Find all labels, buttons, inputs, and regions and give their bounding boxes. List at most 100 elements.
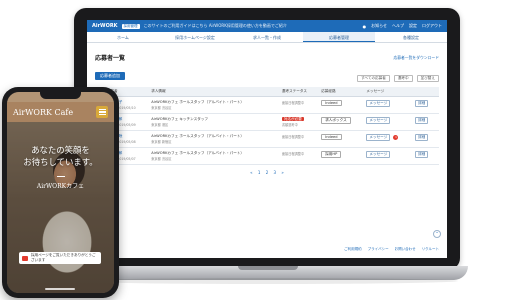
footer-link-company[interactable]: リクルート <box>422 247 439 252</box>
download-link[interactable]: 応募者一覧をダウンロード <box>393 55 439 61</box>
hamburger-menu-icon[interactable] <box>96 106 108 118</box>
route-cell: Indeed <box>319 130 365 148</box>
notice-flag-icon <box>22 255 28 261</box>
status-text: 書類選考中 <box>281 123 298 127</box>
phone-site-name[interactable]: AirWORK Cafe <box>13 108 96 117</box>
detail-button[interactable]: 詳細 <box>415 100 429 107</box>
scroll-top-icon[interactable]: ⌃ <box>433 230 441 238</box>
route-cell: 採用HP <box>319 147 365 165</box>
app-logo[interactable]: AirWORK <box>92 23 118 29</box>
job-cell: AirWORKカフェ キッチンスタッフ 東京都 港区 <box>149 113 280 131</box>
message-button[interactable]: メッセージ <box>366 100 391 107</box>
topbar-link-4[interactable]: ログアウト <box>422 23 442 29</box>
phone-screen: AirWORK Cafe あなたの笑顔を お待ちしています。 AirWORKカフ… <box>7 92 114 293</box>
catch-line-1: あなたの笑顔を <box>31 145 90 155</box>
phone-header: AirWORK Cafe <box>7 102 114 122</box>
table-row[interactable]: ☐ 田中 美咲 応募日 2019/05/08 AirWORKカフェ ホールスタッ… <box>95 130 439 148</box>
job-sub: 東京都 港区 <box>151 123 169 127</box>
route-cell: 求人ボックス <box>319 113 365 131</box>
status-text: 面接日程調整中 <box>281 135 305 139</box>
notice-banner[interactable]: 採用ページをご覧いただきありがとうございます <box>19 252 101 264</box>
status-cell: 面接日程調整中 <box>279 130 320 148</box>
status-tag: 対応が必要 <box>281 117 304 121</box>
route-select[interactable]: Indeed <box>321 134 342 140</box>
laptop-screen: AirWORK 採用管理 このサイトのご利用ガイドはこちら AirWORK採用管… <box>87 20 447 258</box>
topbar-icons: ● お知らせ ヘルプ 設定 ログアウト <box>363 23 442 29</box>
col-route[interactable]: 応募経路 <box>319 87 365 97</box>
col-message[interactable]: メッセージ <box>364 87 414 97</box>
add-applicant-button[interactable]: 応募者追加 <box>95 72 125 80</box>
title-row: 応募者一覧 応募者一覧をダウンロード <box>95 53 439 63</box>
main-nav: ホーム 採用ホームページ設定 求人一覧・作成 応募者管理 各種設定 <box>87 32 447 43</box>
detail-button[interactable]: 詳細 <box>415 134 429 141</box>
detail-button[interactable]: 詳細 <box>415 117 429 124</box>
topbar-message[interactable]: このサイトのご利用ガイドはこちら AirWORK採用管理の使い方を動画でご紹介 <box>144 23 359 29</box>
laptop-notch <box>238 266 298 270</box>
col-job[interactable]: 求人情報 <box>149 87 280 97</box>
tab-home[interactable]: ホーム <box>87 32 159 42</box>
laptop-shadow <box>78 278 458 284</box>
footer-links: ご利用規約 プライバシー お問い合わせ リクルート <box>344 247 439 252</box>
sort-select[interactable]: 並び替え <box>416 75 439 82</box>
job-sub: 東京都 渋谷区 <box>151 106 172 110</box>
message-cell: メッセージ <box>364 147 414 165</box>
phone-mockup: AirWORK Cafe あなたの笑顔を お待ちしています。 AirWORKカフ… <box>2 87 119 298</box>
message-cell: メッセージ <box>364 113 414 131</box>
status-text: 面接日程調整中 <box>281 101 305 105</box>
footer-link-privacy[interactable]: プライバシー <box>368 247 389 252</box>
status-cell: 対応が必要 書類選考中 <box>279 113 320 131</box>
notification-icon[interactable]: ● <box>363 24 367 29</box>
message-cell: メッセージ <box>364 96 414 114</box>
table-row[interactable]: ☐ 山田 太郎 応募日 2019/05/07 AirWORKカフェ ホールスタッ… <box>95 147 439 165</box>
footer-link-terms[interactable]: ご利用規約 <box>344 247 362 252</box>
route-select[interactable]: 採用HP <box>321 151 342 158</box>
tab-hp-settings[interactable]: 採用ホームページ設定 <box>159 32 231 42</box>
job-sub: 東京都 渋谷区 <box>151 157 172 161</box>
status-text: 面接日程調整中 <box>281 152 305 156</box>
page-title: 応募者一覧 <box>95 55 126 62</box>
laptop-mockup: AirWORK 採用管理 このサイトのご利用ガイドはこちら AirWORK採用管… <box>68 8 468 284</box>
pagination: « 1 2 3 » <box>95 170 439 175</box>
message-button[interactable]: メッセージ <box>366 134 391 141</box>
message-button[interactable]: メッセージ <box>366 117 391 124</box>
job-sub: 東京都 新宿区 <box>151 140 172 144</box>
phone-notch <box>40 92 81 99</box>
message-button[interactable]: メッセージ <box>366 151 391 158</box>
table-row[interactable]: ☐ 佐藤 一郎 応募日 2019/05/09 AirWORKカフェ キッチンスタ… <box>95 113 439 131</box>
composite-mockup: AirWORK 採用管理 このサイトのご利用ガイドはこちら AirWORK採用管… <box>0 0 509 300</box>
detail-button[interactable]: 詳細 <box>415 151 429 158</box>
job-cell: AirWORKカフェ ホールスタッフ（アルバイト・パート） 東京都 新宿区 <box>149 130 280 148</box>
filter-select-1[interactable]: すべての応募者 <box>357 75 390 82</box>
col-status[interactable]: 選考ステータス <box>279 87 320 97</box>
status-cell: 面接日程調整中 <box>279 96 320 114</box>
unread-badge: 1 <box>393 135 399 140</box>
actions-cell: 詳細 <box>413 147 439 165</box>
table-header-row: 応募者 求人情報 選考ステータス 応募経路 メッセージ <box>95 87 439 97</box>
topbar-link-3[interactable]: 設定 <box>409 23 417 29</box>
home-indicator <box>45 288 75 290</box>
topbar-link-2[interactable]: ヘルプ <box>392 23 404 29</box>
tab-settings[interactable]: 各種設定 <box>375 32 447 42</box>
filter-select-2[interactable]: 選考中 <box>393 75 413 82</box>
catch-line-2: お待ちしています。 <box>23 157 98 167</box>
top-bar: AirWORK 採用管理 このサイトのご利用ガイドはこちら AirWORK採用管… <box>87 20 447 32</box>
message-cell: メッセージ 1 <box>364 130 414 148</box>
job-cell: AirWORKカフェ ホールスタッフ（アルバイト・パート） 東京都 渋谷区 <box>149 96 280 114</box>
route-select[interactable]: 求人ボックス <box>321 117 351 124</box>
hero-catchcopy: あなたの笑顔を お待ちしています。 <box>7 144 114 168</box>
table-row[interactable]: ☐ 鈴木 花子 応募日 2019/05/10 AirWORKカフェ ホールスタッ… <box>95 96 439 114</box>
footer-link-contact[interactable]: お問い合わせ <box>395 247 416 252</box>
pager-page-3[interactable]: 3 <box>274 170 277 175</box>
actions-cell: 詳細 <box>413 113 439 131</box>
pager-next[interactable]: » <box>281 170 283 175</box>
pager-page-1[interactable]: 1 <box>258 170 261 175</box>
filter-row: すべての応募者 選考中 並び替え <box>95 75 439 82</box>
pager-prev[interactable]: « <box>250 170 252 175</box>
topbar-link-1[interactable]: お知らせ <box>371 23 387 29</box>
tab-jobs[interactable]: 求人一覧・作成 <box>231 32 303 42</box>
notice-text: 採用ページをご覧いただきありがとうございます <box>30 253 96 262</box>
route-select[interactable]: Indeed <box>321 100 342 106</box>
pager-page-2[interactable]: 2 <box>266 170 269 175</box>
status-cell: 面接日程調整中 <box>279 147 320 165</box>
tab-applicants[interactable]: 応募者管理 <box>303 32 375 42</box>
